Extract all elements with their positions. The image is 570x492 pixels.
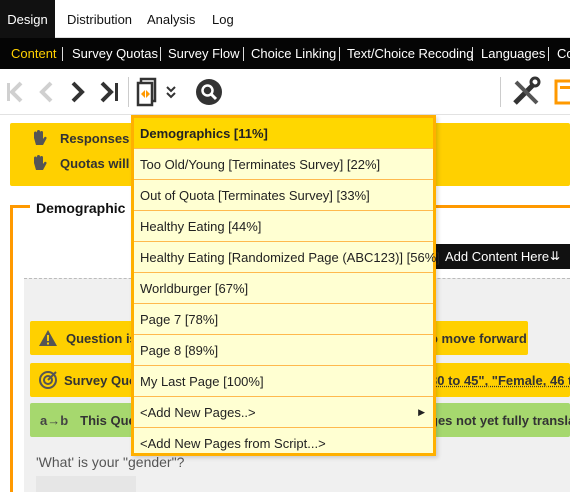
menu-item-page[interactable]: Worldburger [67%] [134, 273, 433, 304]
notice-text: Question is [66, 330, 137, 346]
subnav-divider [339, 47, 340, 61]
toolbar-divider [128, 77, 129, 107]
menu-item-page[interactable]: Too Old/Young [Terminates Survey] [22%] [134, 149, 433, 180]
menu-item-page[interactable]: Healthy Eating [Randomized Page (ABC123)… [134, 242, 440, 273]
menu-item-page[interactable]: Healthy Eating [44%] [134, 211, 433, 242]
tab-log[interactable]: Log [212, 0, 234, 38]
subnav-truncated[interactable]: Co [557, 38, 570, 69]
hand-stop-icon [34, 155, 47, 170]
menu-item-page[interactable]: Page 7 [78%] [134, 304, 433, 335]
toolbar [0, 69, 570, 115]
subnav-languages[interactable]: Languages [481, 38, 545, 69]
subnav-divider [472, 47, 473, 61]
submenu-arrow-icon: ▶ [418, 407, 425, 417]
subnav-survey-flow[interactable]: Survey Flow [168, 38, 240, 69]
translate-icon: a→b [40, 412, 69, 428]
top-tab-bar: Design Distribution Analysis Log [0, 0, 570, 38]
menu-item-page[interactable]: My Last Page [100%] [134, 366, 433, 397]
subnav-choice-linking[interactable]: Choice Linking [251, 38, 336, 69]
answer-choice[interactable] [36, 476, 136, 492]
subnav-text-choice-recoding[interactable]: Text/Choice Recoding [347, 38, 473, 69]
search-icon[interactable] [194, 69, 224, 115]
tab-distribution[interactable]: Distribution [67, 0, 132, 38]
notice-tail: ges not yet fully transla [430, 412, 570, 428]
warning-icon [39, 330, 57, 346]
first-page-icon[interactable] [4, 69, 28, 115]
subnav-divider [243, 47, 244, 61]
page-jump-icon[interactable] [134, 69, 162, 115]
subnav-divider [160, 47, 161, 61]
subnav-divider [62, 47, 63, 61]
menu-item-label: <Add New Pages..> [140, 405, 256, 420]
tools-icon[interactable] [508, 69, 544, 115]
menu-item-add-pages-script[interactable]: <Add New Pages from Script...> [134, 428, 433, 459]
subnav-content[interactable]: Content [11, 38, 57, 69]
block-title: Demographic [30, 200, 132, 216]
menu-item-page[interactable]: Demographics [11%] [134, 118, 433, 149]
subnav-survey-quotas[interactable]: Survey Quotas [72, 38, 158, 69]
hand-stop-icon [34, 130, 47, 145]
notice-tail: o move forward [430, 330, 527, 346]
toolbar-divider [500, 77, 501, 107]
page-jump-menu: Demographics [11%] Too Old/Young [Termin… [131, 115, 440, 459]
tab-analysis[interactable]: Analysis [147, 0, 195, 38]
menu-item-page[interactable]: Page 8 [89%] [134, 335, 433, 366]
chevron-down-icon[interactable] [162, 69, 180, 115]
quota-target-icon [39, 371, 57, 389]
next-page-icon[interactable] [66, 69, 90, 115]
double-chevron-down-icon: ⇊ [549, 249, 560, 263]
notice-text: Survey Quot [64, 372, 142, 388]
sub-nav-bar: Content Survey Quotas Survey Flow Choice… [0, 38, 570, 69]
add-content-button[interactable]: Add Content Here ⇊ [432, 244, 570, 269]
tab-design[interactable]: Design [0, 0, 55, 38]
previous-page-icon[interactable] [34, 69, 58, 115]
menu-item-add-pages[interactable]: <Add New Pages..> ▶ [134, 397, 433, 428]
notice-tail[interactable]: 30 to 45", "Female, 46 to [430, 373, 570, 388]
add-content-label: Add Content Here [445, 249, 550, 264]
notice-text: This Que [80, 412, 136, 428]
menu-item-page[interactable]: Out of Quota [Terminates Survey] [33%] [134, 180, 433, 211]
subnav-divider [548, 47, 549, 61]
last-page-icon[interactable] [96, 69, 124, 115]
export-icon[interactable] [552, 69, 570, 115]
